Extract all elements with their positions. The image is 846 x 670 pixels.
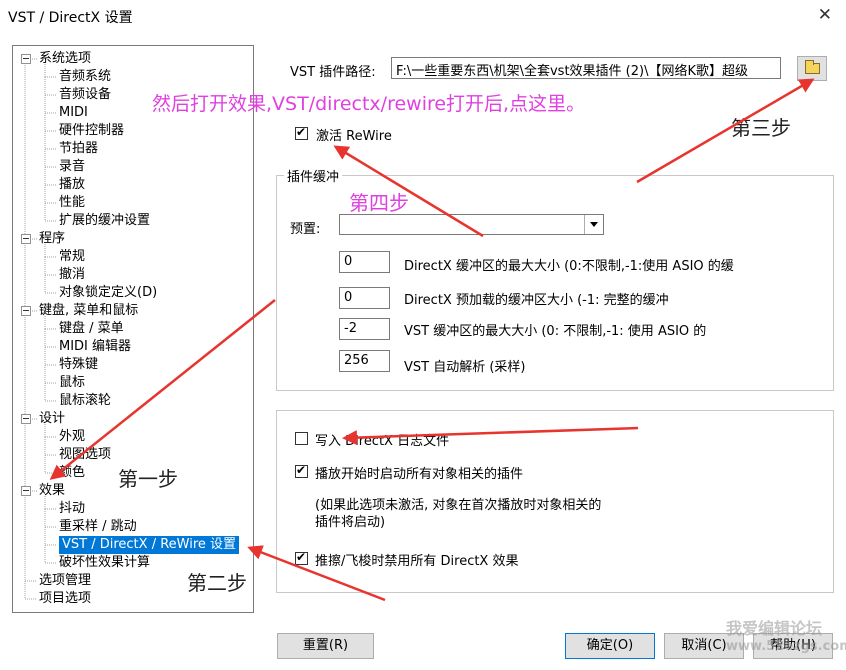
start-plugins-checkbox[interactable] [295, 463, 308, 478]
preset-dropdown[interactable] [339, 214, 604, 235]
vst-auto-resolution-label: VST 自动解析 (采样) [404, 360, 526, 375]
tree-item-5[interactable]: 节拍器 [59, 140, 98, 158]
tree-item-4[interactable]: 硬件控制器 [59, 122, 124, 140]
tree-item-21[interactable]: 外观 [59, 428, 85, 446]
tree-item-20[interactable]: 设计 [39, 410, 65, 428]
vst-max-buffer-input[interactable]: -2 [339, 318, 390, 340]
directx-max-buffer-input[interactable]: 0 [339, 251, 390, 273]
tree-item-24[interactable]: 效果 [39, 482, 65, 500]
folder-icon [805, 60, 820, 74]
vst-path-input[interactable]: F:\一些重要东西\机架\全套vst效果插件 (2)\【网络K歌】超级 [391, 57, 781, 79]
tree-item-30[interactable]: 项目选项 [39, 590, 91, 608]
directx-max-buffer-label: DirectX 缓冲区的最大大小 (0:不限制,-1:使用 ASIO 的缓 [404, 259, 734, 274]
reset-button[interactable]: 重置(R) [277, 633, 374, 659]
directx-log-checkbox[interactable] [295, 432, 308, 445]
step2-annotation: 第二步 [187, 571, 247, 595]
tree-item-22[interactable]: 视图选项 [59, 446, 111, 464]
watermark-line2: www.52ezgs.com [726, 639, 846, 654]
plugin-buffer-caption: 插件缓冲 [284, 166, 343, 185]
tree-item-14[interactable]: 键盘, 菜单和鼠标 [39, 302, 138, 320]
settings-tree[interactable]: 系统选项 音频系统 音频设备 MIDI 硬件控制器 节拍器 录音 播放 性能 扩展的缓冲设置 程序常… [12, 45, 254, 613]
rewire-checkbox[interactable] [295, 125, 308, 140]
tree-item-29[interactable]: 选项管理 [39, 572, 91, 590]
browse-folder-button[interactable] [797, 56, 827, 81]
start-plugins-label: 播放开始时启动所有对象相关的插件 [315, 467, 524, 482]
tree-item-9[interactable]: 扩展的缓冲设置 [59, 212, 150, 230]
tree-item-2[interactable]: 音频设备 [59, 86, 111, 104]
step4-annotation: 第四步 [349, 191, 409, 215]
tree-item-25[interactable]: 抖动 [59, 500, 85, 518]
scrub-disable-checkbox[interactable] [295, 550, 308, 565]
tree-collapse-icon[interactable] [21, 486, 31, 496]
tree-collapse-icon[interactable] [21, 306, 31, 316]
vst-auto-resolution-input[interactable]: 256 [339, 350, 390, 372]
tree-item-27[interactable]: VST / DirectX / ReWire 设置 [59, 536, 240, 554]
tree-collapse-icon[interactable] [21, 414, 31, 424]
close-icon[interactable]: ✕ [818, 5, 832, 25]
tree-item-1[interactable]: 音频系统 [59, 68, 111, 86]
tree-item-16[interactable]: MIDI 编辑器 [59, 338, 131, 356]
tree-item-8[interactable]: 性能 [59, 194, 85, 212]
tree-item-23[interactable]: 颜色 [59, 464, 85, 482]
preset-label: 预置: [290, 222, 321, 237]
watermark-line1: 我爱编辑论坛 [726, 619, 823, 638]
step3-annotation: 第三步 [731, 116, 791, 140]
tree-item-10[interactable]: 程序 [39, 230, 65, 248]
directx-preload-buffer-input[interactable]: 0 [339, 287, 390, 309]
tree-item-13[interactable]: 对象锁定定义(D) [59, 284, 157, 302]
tree-collapse-icon[interactable] [21, 54, 31, 64]
tree-item-0[interactable]: 系统选项 [39, 50, 91, 68]
ok-button[interactable]: 确定(O) [565, 633, 655, 659]
tree-item-12[interactable]: 撤消 [59, 266, 85, 284]
window-title: VST / DirectX 设置 [8, 10, 133, 26]
watermark: 我爱编辑论坛 www.52ezgs.com [726, 620, 846, 656]
directx-log-label: 写入 DirectX 日志文件 [315, 434, 450, 449]
tree-item-26[interactable]: 重采样 / 跳动 [59, 518, 137, 536]
chevron-down-icon[interactable] [584, 215, 603, 234]
rewire-label: 激活 ReWire [316, 129, 392, 144]
tree-item-7[interactable]: 播放 [59, 176, 85, 194]
start-plugins-note-line2: 插件将启动) [315, 515, 386, 530]
tree-item-28[interactable]: 破坏性效果计算 [59, 554, 150, 572]
scrub-disable-label: 推擦/飞梭时禁用所有 DirectX 效果 [315, 554, 519, 569]
title-bar: VST / DirectX 设置 ✕ [0, 0, 846, 32]
vst-max-buffer-label: VST 缓冲区的最大大小 (0: 不限制,-1: 使用 ASIO 的 [404, 324, 707, 339]
tree-collapse-icon[interactable] [21, 234, 31, 244]
tree-item-18[interactable]: 鼠标 [59, 374, 85, 392]
directx-preload-buffer-label: DirectX 预加载的缓冲区大小 (-1: 完整的缓冲 [404, 293, 669, 308]
tree-item-17[interactable]: 特殊键 [59, 356, 98, 374]
tree-item-3[interactable]: MIDI [59, 104, 88, 122]
instruction-annotation: 然后打开效果,VST/directx/rewire打开后,点这里。 [152, 93, 586, 115]
tree-item-19[interactable]: 鼠标滚轮 [59, 392, 111, 410]
step1-annotation: 第一步 [118, 467, 178, 491]
tree-item-11[interactable]: 常规 [59, 248, 85, 266]
tree-item-6[interactable]: 录音 [59, 158, 85, 176]
tree-item-15[interactable]: 键盘 / 菜单 [59, 320, 124, 338]
vst-path-label: VST 插件路径: [290, 65, 376, 80]
